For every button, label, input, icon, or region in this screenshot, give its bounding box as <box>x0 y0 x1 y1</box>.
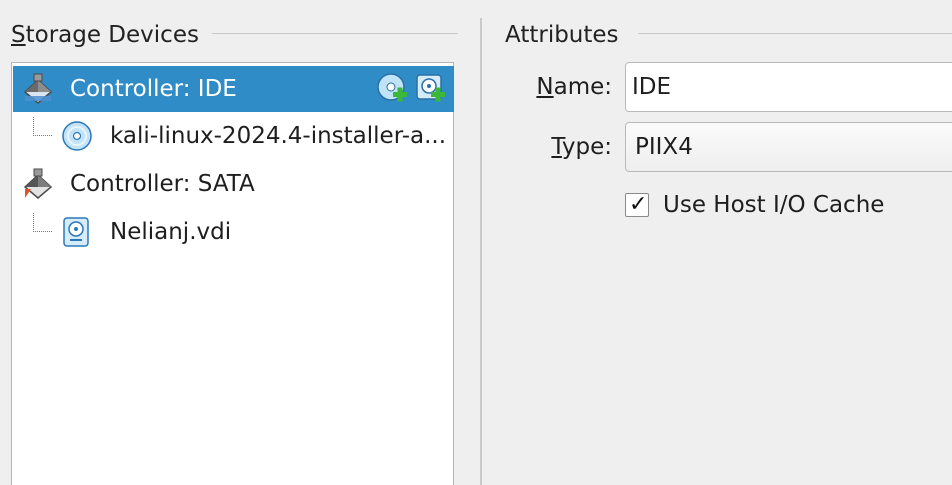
hard-disk-icon <box>63 217 89 247</box>
tree-branch-line <box>33 213 52 232</box>
tree-item-optical-disc[interactable]: kali-linux-2024.4-installer-a... <box>13 113 454 159</box>
optical-disc-icon <box>62 121 92 151</box>
storage-title-rest: torage Devices <box>25 22 199 48</box>
type-select-value: PIIX4 <box>635 134 693 160</box>
name-field[interactable] <box>625 62 952 112</box>
attributes-title-divider <box>638 33 952 34</box>
pane-splitter[interactable] <box>480 18 482 485</box>
storage-devices-title: Storage Devices <box>11 21 199 49</box>
add-optical-drive-icon[interactable] <box>376 72 410 106</box>
name-label: Name: <box>502 73 612 101</box>
checkmark-icon: ✓ <box>629 192 648 217</box>
storage-title-divider <box>212 33 458 34</box>
use-host-io-cache-label: Use Host I/O Cache <box>663 192 885 218</box>
storage-tree[interactable]: Controller: IDE kali-linux-2024.4-instal… <box>11 62 454 485</box>
attributes-title: Attributes <box>505 22 619 48</box>
use-host-io-cache-checkbox[interactable]: ✓ <box>625 193 649 217</box>
type-mnemonic: T <box>551 134 562 160</box>
name-label-rest: ame: <box>553 74 612 100</box>
tree-item-controller-sata[interactable]: Controller: SATA <box>13 161 454 207</box>
tree-item-label: Controller: SATA <box>70 171 255 197</box>
storage-title-mnemonic: S <box>11 22 26 48</box>
type-label-rest: ype: <box>561 134 612 160</box>
use-host-io-cache-option[interactable]: ✓ Use Host I/O Cache <box>625 190 925 220</box>
tree-item-label: kali-linux-2024.4-installer-a... <box>110 123 447 149</box>
type-select[interactable]: PIIX4 <box>625 122 952 172</box>
tree-item-hard-disk[interactable]: Nelianj.vdi <box>13 209 454 255</box>
tree-item-label: Nelianj.vdi <box>110 219 232 245</box>
sata-controller-icon <box>23 168 53 199</box>
tree-item-label: Controller: IDE <box>70 76 237 102</box>
add-hard-disk-icon[interactable] <box>414 72 448 106</box>
type-label: Type: <box>502 133 612 161</box>
tree-item-controller-ide[interactable]: Controller: IDE <box>13 66 454 112</box>
storage-settings-panel: Storage Devices Controller: IDE kali-lin… <box>0 0 952 485</box>
name-mnemonic: N <box>536 74 554 100</box>
tree-branch-line <box>33 117 52 136</box>
ide-controller-icon <box>23 73 53 104</box>
